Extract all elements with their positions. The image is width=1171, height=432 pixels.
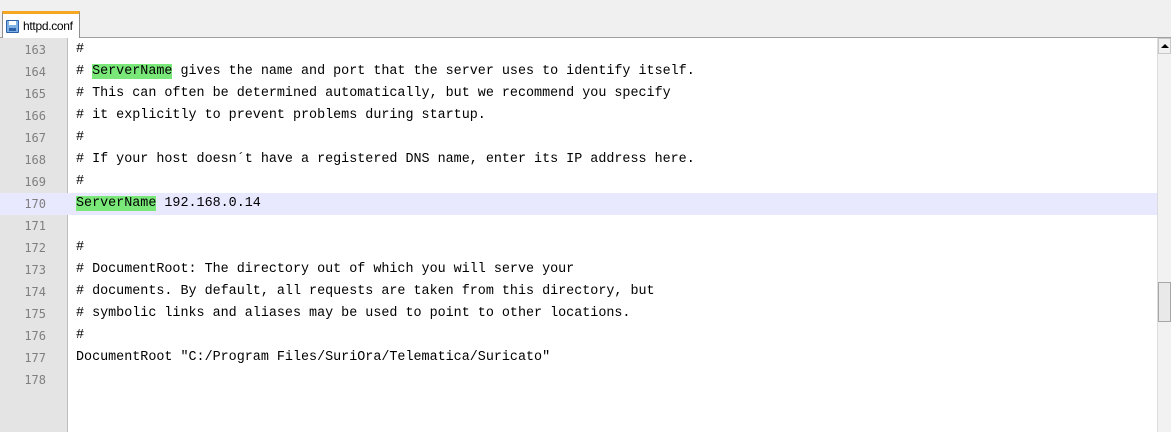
code-text: # xyxy=(76,42,85,57)
line-text[interactable]: # xyxy=(76,171,84,193)
code-editor[interactable]: 163 #164 # ServerName gives the name and p… xyxy=(0,38,1171,432)
scrollbar-thumb[interactable] xyxy=(1158,282,1171,322)
code-text: # This can often be determined automatic… xyxy=(76,86,671,101)
line-number: 165 xyxy=(24,87,46,101)
vertical-scrollbar[interactable] xyxy=(1157,38,1171,432)
save-file-icon xyxy=(6,19,19,33)
code-line[interactable]: 172 # xyxy=(0,237,1157,259)
code-lines: 163 #164 # ServerName gives the name and p… xyxy=(0,38,1157,432)
code-line[interactable]: 176 # xyxy=(0,325,1157,347)
tab-bar: httpd.conf xyxy=(0,0,1171,38)
code-line[interactable]: 164 # ServerName gives the name and port … xyxy=(0,61,1157,83)
code-line[interactable]: 165 # This can often be determined automa… xyxy=(0,83,1157,105)
line-number: 175 xyxy=(24,307,46,321)
code-text: # xyxy=(76,240,85,255)
line-text[interactable]: # DocumentRoot: The directory out of whi… xyxy=(76,259,574,281)
line-text[interactable]: # This can often be determined automatic… xyxy=(76,83,671,105)
line-text[interactable]: # xyxy=(76,127,84,149)
code-text: gives the name and port that the server … xyxy=(172,64,695,79)
code-text: # DocumentRoot: The directory out of whi… xyxy=(76,262,575,277)
search-highlight: ServerName xyxy=(76,196,157,211)
line-number: 166 xyxy=(24,109,46,123)
code-text: # documents. By default, all requests ar… xyxy=(76,284,655,299)
line-number: 178 xyxy=(24,373,46,387)
code-line[interactable]: 169 # xyxy=(0,171,1157,193)
line-text[interactable]: # xyxy=(76,39,84,61)
code-line[interactable]: 175 # symbolic links and aliases may be u… xyxy=(0,303,1157,325)
search-highlight: ServerName xyxy=(92,64,173,79)
line-text[interactable]: DocumentRoot "C:/Program Files/SuriOra/T… xyxy=(76,347,550,369)
line-number: 169 xyxy=(24,175,46,189)
line-text[interactable]: # xyxy=(76,325,84,347)
line-number: 170 xyxy=(24,197,46,211)
code-text: # If your host doesn´t have a registered… xyxy=(76,152,695,167)
line-number: 164 xyxy=(24,65,46,79)
line-number: 176 xyxy=(24,329,46,343)
tab-httpd-conf[interactable]: httpd.conf xyxy=(2,11,80,38)
code-line[interactable]: 171 xyxy=(0,215,1157,237)
code-line[interactable]: 163 # xyxy=(0,39,1157,61)
code-text: # xyxy=(76,328,85,343)
line-number: 163 xyxy=(24,43,46,57)
code-line[interactable]: 170 ServerName 192.168.0.14 xyxy=(0,193,1157,215)
line-text[interactable]: # symbolic links and aliases may be used… xyxy=(76,303,630,325)
code-line[interactable]: 167 # xyxy=(0,127,1157,149)
code-line[interactable]: 166 # it explicitly to prevent problems d… xyxy=(0,105,1157,127)
line-number: 171 xyxy=(24,219,46,233)
line-text[interactable]: # ServerName gives the name and port tha… xyxy=(76,61,695,83)
editor-window: httpd.conf 163 #164 # ServerName gives the… xyxy=(0,0,1171,432)
code-line[interactable]: 173 # DocumentRoot: The directory out of … xyxy=(0,259,1157,281)
code-text: # it explicitly to prevent problems duri… xyxy=(76,108,486,123)
code-text: # xyxy=(76,64,93,79)
code-line[interactable]: 174 # documents. By default, all requests… xyxy=(0,281,1157,303)
line-number: 172 xyxy=(24,241,46,255)
code-text: 192.168.0.14 xyxy=(156,196,261,211)
code-text: # xyxy=(76,174,85,189)
line-text[interactable]: # documents. By default, all requests ar… xyxy=(76,281,655,303)
line-number: 174 xyxy=(24,285,46,299)
code-line[interactable]: 168 # If your host doesn´t have a registe… xyxy=(0,149,1157,171)
code-text: # symbolic links and aliases may be used… xyxy=(76,306,631,321)
code-text: # xyxy=(76,130,85,145)
code-line[interactable]: 177 DocumentRoot "C:/Program Files/SuriOr… xyxy=(0,347,1157,369)
line-number: 167 xyxy=(24,131,46,145)
line-text[interactable]: # If your host doesn´t have a registered… xyxy=(76,149,695,171)
tab-label: httpd.conf xyxy=(23,19,73,33)
line-number: 173 xyxy=(24,263,46,277)
line-text[interactable]: ServerName 192.168.0.14 xyxy=(76,193,261,215)
scroll-up-arrow-icon[interactable] xyxy=(1158,38,1171,54)
line-number: 168 xyxy=(24,153,46,167)
line-number: 177 xyxy=(24,351,46,365)
line-text[interactable]: # xyxy=(76,237,84,259)
line-text[interactable]: # it explicitly to prevent problems duri… xyxy=(76,105,486,127)
code-text: DocumentRoot "C:/Program Files/SuriOra/T… xyxy=(76,350,551,365)
code-line[interactable]: 178 xyxy=(0,369,1157,391)
